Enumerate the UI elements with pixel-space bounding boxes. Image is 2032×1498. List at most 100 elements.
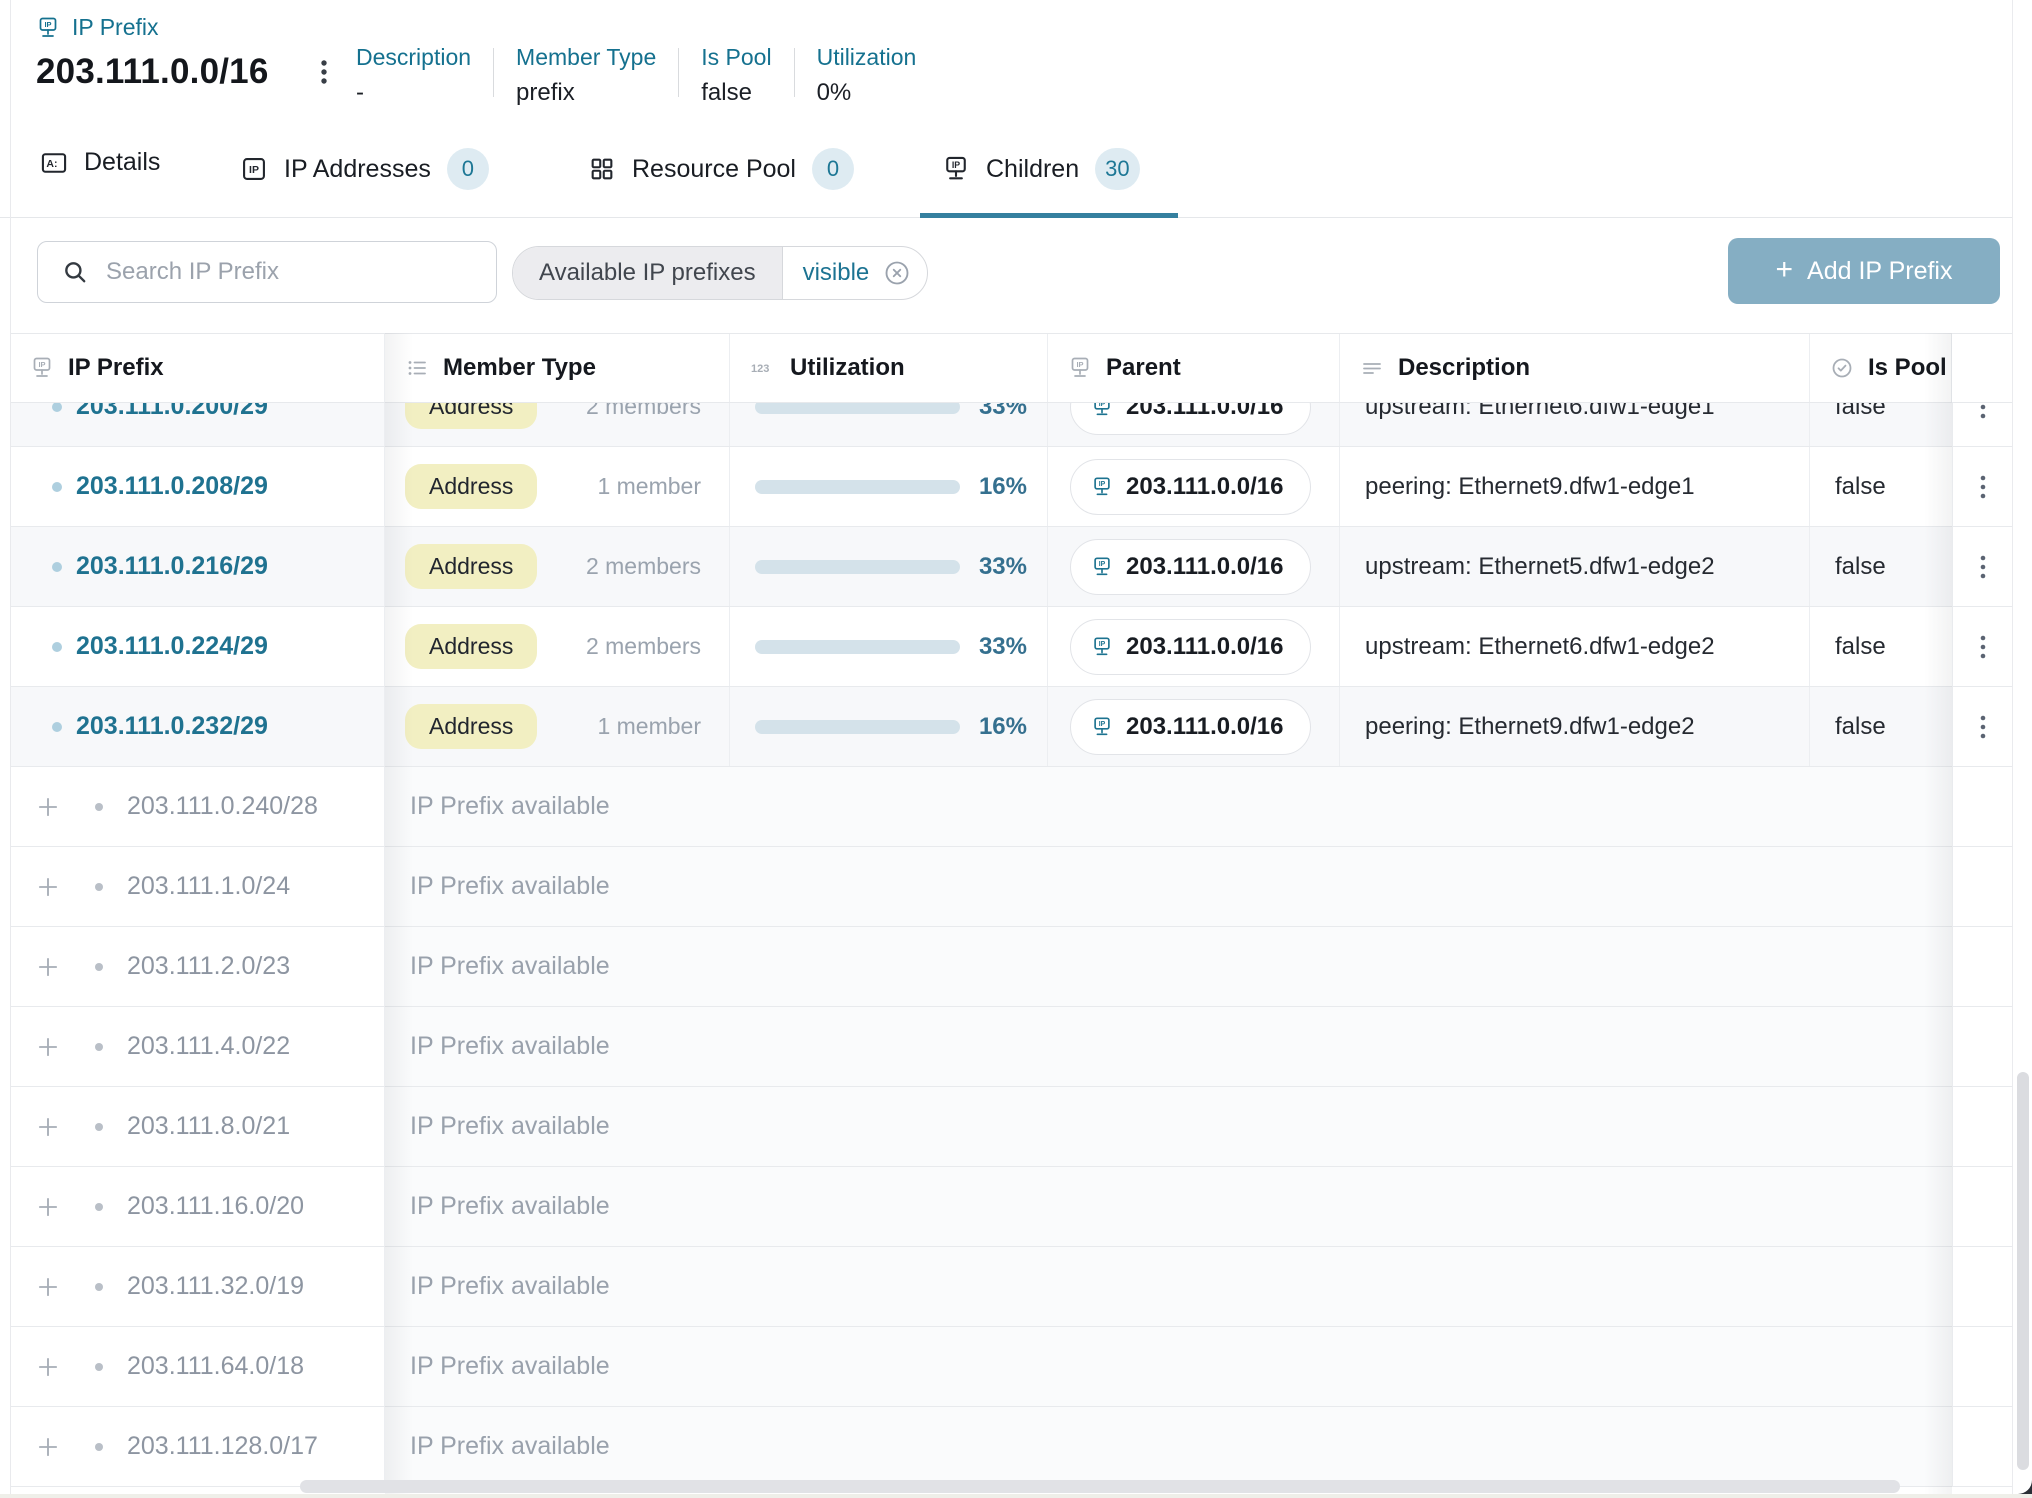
is-pool-cell: false (1810, 527, 1952, 606)
title-menu-button[interactable] (311, 55, 337, 89)
row-menu-button[interactable] (1971, 632, 1995, 662)
vertical-scrollbar-thumb[interactable] (2017, 1072, 2029, 1470)
available-prefix-dot (95, 883, 103, 891)
meta-member-type: Member Type prefix (516, 44, 656, 107)
plus-icon (35, 1194, 61, 1220)
add-child-prefix-button[interactable] (35, 1354, 61, 1380)
add-child-prefix-button[interactable] (35, 874, 61, 900)
description-cell: peering: Ethernet9.dfw1-edge1 (1340, 447, 1810, 526)
kebab-icon (1971, 632, 1995, 662)
tab-bar: A: Details IP IP Addresses 0 Reso (0, 130, 2032, 218)
utilization-value: 33% (960, 633, 1027, 661)
column-header-utilization: 123 Utilization (730, 334, 1048, 402)
tab-ip-addresses[interactable]: IP IP Addresses 0 (240, 148, 489, 190)
available-label: IP Prefix available (385, 847, 1952, 926)
circle-x-icon (883, 259, 911, 287)
svg-text:IP: IP (249, 164, 259, 176)
search-icon (62, 259, 88, 285)
prefix-link[interactable]: 203.111.0.224/29 (76, 632, 268, 661)
add-child-prefix-button[interactable] (35, 954, 61, 980)
add-child-prefix-button[interactable] (35, 1434, 61, 1460)
member-count: 2 members (586, 633, 701, 660)
parent-chip[interactable]: IP203.111.0.0/16 (1070, 539, 1311, 595)
ip-network-icon: IP (1068, 356, 1092, 380)
table-row: 203.111.4.0/22IP Prefix available (10, 1007, 2012, 1087)
row-menu-button[interactable] (1971, 712, 1995, 742)
utilization-value: 16% (960, 713, 1027, 741)
available-prefix-dot (95, 1123, 103, 1131)
svg-text:A:: A: (46, 158, 57, 170)
svg-text:IP: IP (1099, 561, 1106, 568)
parent-chip[interactable]: IP203.111.0.0/16 (1070, 459, 1311, 515)
available-prefix: 203.111.32.0/19 (127, 1272, 304, 1301)
table-header-row: IP IP Prefix Member Type (10, 333, 2012, 403)
table-row: 203.111.64.0/18IP Prefix available (10, 1327, 2012, 1407)
kebab-icon (1971, 552, 1995, 582)
ip-square-icon: IP (240, 155, 268, 183)
column-header-is-pool: Is Pool (1810, 334, 1952, 402)
svg-text:IP: IP (1099, 721, 1106, 728)
table-row: 203.111.2.0/23 IP Prefix available (10, 927, 2012, 1007)
search-input[interactable] (106, 258, 478, 286)
available-prefix: 203.111.2.0/23 (127, 952, 290, 981)
svg-text:IP: IP (952, 160, 960, 170)
filter-chip-value[interactable]: visible (803, 259, 870, 287)
tab-count-badge: 0 (447, 148, 489, 190)
parent-chip[interactable]: IP203.111.0.0/16 (1070, 619, 1311, 675)
active-tab-indicator (920, 213, 1178, 218)
ip-network-icon: IP (1091, 716, 1113, 738)
plus-icon (35, 1114, 61, 1140)
ip-network-icon: IP (1091, 476, 1113, 498)
parent-chip[interactable]: IP203.111.0.0/16 (1070, 699, 1311, 755)
horizontal-scrollbar-thumb[interactable] (300, 1480, 1900, 1493)
member-type-badge: Address (405, 704, 537, 749)
table-toolbar: Available IP prefixes visible + Add IP P… (0, 238, 2032, 310)
add-child-prefix-button[interactable] (35, 1034, 61, 1060)
add-ip-prefix-button[interactable]: + Add IP Prefix (1728, 238, 2000, 304)
table-row: 203.111.8.0/21IP Prefix available (10, 1087, 2012, 1167)
available-prefix-dot (95, 1043, 103, 1051)
plus-icon (35, 1354, 61, 1380)
utilization-bar (755, 480, 960, 494)
tab-children[interactable]: IP Children 30 (942, 148, 1140, 190)
prefix-link[interactable]: 203.111.0.208/29 (76, 472, 268, 501)
prefix-link[interactable]: 203.111.0.232/29 (76, 712, 268, 741)
row-menu-button[interactable] (1971, 472, 1995, 502)
add-child-prefix-button[interactable] (35, 794, 61, 820)
column-header-parent: IP Parent (1048, 334, 1340, 402)
window-bottom-edge (0, 1494, 2032, 1498)
utilization-value: 16% (960, 473, 1027, 501)
available-prefix-dot (95, 1363, 103, 1371)
id-card-icon: A: (40, 149, 68, 177)
breadcrumb[interactable]: IP IP Prefix (36, 14, 159, 41)
svg-text:IP: IP (1076, 360, 1083, 369)
available-label: IP Prefix available (385, 927, 1952, 1006)
meta-utilization: Utilization 0% (817, 44, 917, 107)
add-child-prefix-button[interactable] (35, 1274, 61, 1300)
meta-is-pool: Is Pool false (701, 44, 771, 107)
search-box[interactable] (37, 241, 497, 303)
is-pool-cell: false (1810, 607, 1952, 686)
svg-text:123: 123 (751, 363, 769, 375)
available-prefix-dot (95, 1443, 103, 1451)
table-row: 203.111.0.232/29Address1 member16%IP203.… (10, 687, 2012, 767)
page-title: 203.111.0.0/16 (36, 52, 269, 92)
available-prefix: 203.111.64.0/18 (127, 1352, 304, 1381)
add-child-prefix-button[interactable] (35, 1114, 61, 1140)
available-prefix-dot (95, 1283, 103, 1291)
available-prefix: 203.111.16.0/20 (127, 1192, 304, 1221)
column-header-description: Description (1340, 334, 1810, 402)
row-menu-button[interactable] (1971, 552, 1995, 582)
content-left-border (10, 0, 11, 1498)
available-label: IP Prefix available (385, 1247, 1952, 1326)
object-type-label: IP Prefix (72, 14, 159, 41)
add-child-prefix-button[interactable] (35, 1194, 61, 1220)
available-prefix-dot (95, 963, 103, 971)
filter-remove-button[interactable] (883, 259, 911, 287)
table-row: 203.111.1.0/24IP Prefix available (10, 847, 2012, 927)
available-prefix-dot (95, 803, 103, 811)
prefix-link[interactable]: 203.111.0.216/29 (76, 552, 268, 581)
kebab-icon (1971, 712, 1995, 742)
tab-resource-pool[interactable]: Resource Pool 0 (588, 148, 854, 190)
tab-details[interactable]: A: Details (40, 148, 160, 177)
